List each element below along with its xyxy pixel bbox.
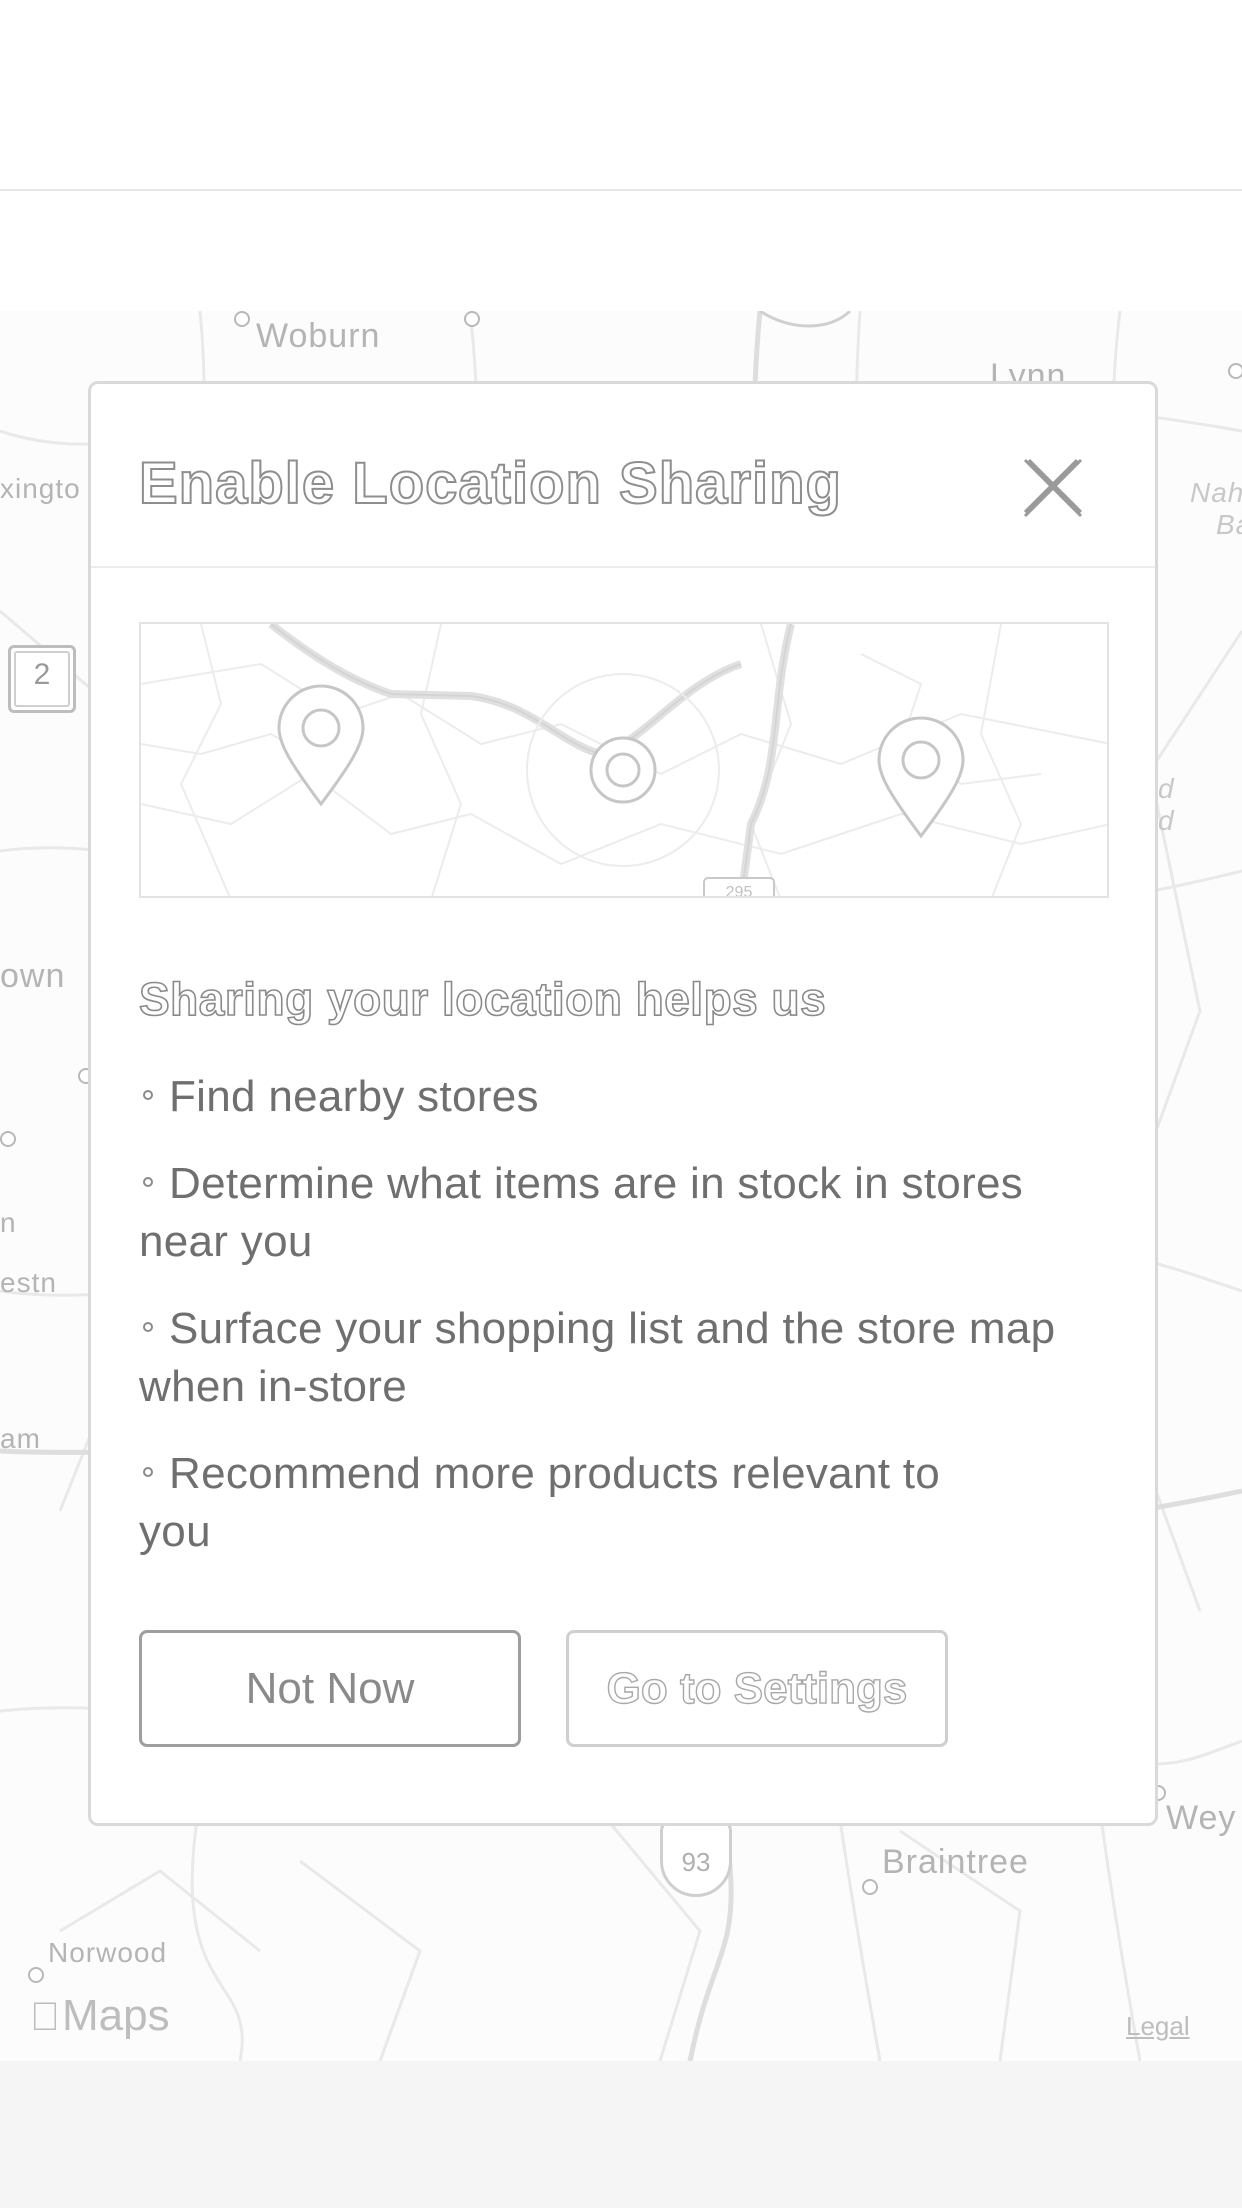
go-to-settings-button[interactable]: Go to Settings <box>566 1630 948 1747</box>
dialog-title: Enable Location Sharing <box>138 450 842 517</box>
map-legal-link[interactable]: Legal <box>1126 2011 1190 2042</box>
app-screen: Woburn Lynn xingto Nah Ba 2 own n estn a… <box>0 0 1242 2208</box>
map-label-partial: am <box>0 1423 41 1454</box>
map-label-partial: n <box>0 1207 17 1238</box>
map-label-partial: estn <box>0 1267 57 1298</box>
town-dot <box>28 1967 44 1983</box>
map-label-partial: Nah <box>1190 477 1242 508</box>
benefits-list: Find nearby stores Determine what items … <box>139 1068 1079 1590</box>
map-label-partial: d <box>1158 805 1175 836</box>
town-dot <box>1228 363 1242 379</box>
close-icon <box>1023 458 1083 518</box>
header-divider <box>0 189 1242 191</box>
dialog-header: Enable Location Sharing <box>91 384 1155 568</box>
bullet-icon <box>143 1322 153 1333</box>
interstate-93-shield: 93 <box>660 1819 732 1897</box>
top-header <box>0 0 1242 190</box>
map-label-partial: xingto <box>0 473 81 504</box>
current-location-icon <box>589 736 657 804</box>
benefits-heading: Sharing your location helps us <box>138 972 827 1026</box>
bottom-band <box>0 2061 1242 2208</box>
apple-maps-logo: Maps <box>30 1991 170 2040</box>
town-dot <box>234 311 250 327</box>
list-item: Determine what items are in stock in sto… <box>139 1159 1024 1266</box>
svg-text:295: 295 <box>726 884 753 898</box>
town-dot <box>862 1879 878 1895</box>
map-label-partial: Ba <box>1216 509 1242 540</box>
town-dot <box>0 1131 16 1147</box>
town-dot <box>464 311 480 327</box>
list-item: Surface your shopping list and the store… <box>139 1304 1056 1411</box>
map-label-partial: own <box>0 957 66 995</box>
close-button[interactable] <box>1019 454 1087 522</box>
preview-map-drawing: 295 <box>141 624 1107 898</box>
bullet-icon <box>143 1090 153 1101</box>
route-2-marker: 2 <box>8 645 76 713</box>
map-label-partial: d <box>1158 773 1175 804</box>
not-now-button[interactable]: Not Now <box>139 1630 521 1747</box>
interstate-shield-icon: 295 <box>703 877 775 898</box>
location-preview-map: 295 <box>139 622 1109 898</box>
map-label-norwood: Norwood <box>48 1937 168 1968</box>
map-pin-icon <box>877 716 965 839</box>
list-item: Find nearby stores <box>139 1068 1079 1126</box>
location-sharing-dialog: Enable Location Sharing 295 Sharing your… <box>88 381 1158 1826</box>
map-label-woburn: Woburn <box>256 317 381 355</box>
bullet-icon <box>143 1177 153 1188</box>
map-label-braintree: Braintree <box>882 1843 1029 1881</box>
map-label-weymouth: Wey <box>1166 1799 1237 1837</box>
apple-logo-icon:  <box>30 1995 60 2039</box>
list-item: Recommend more products relevant to you <box>139 1449 941 1556</box>
bullet-icon <box>143 1467 153 1478</box>
